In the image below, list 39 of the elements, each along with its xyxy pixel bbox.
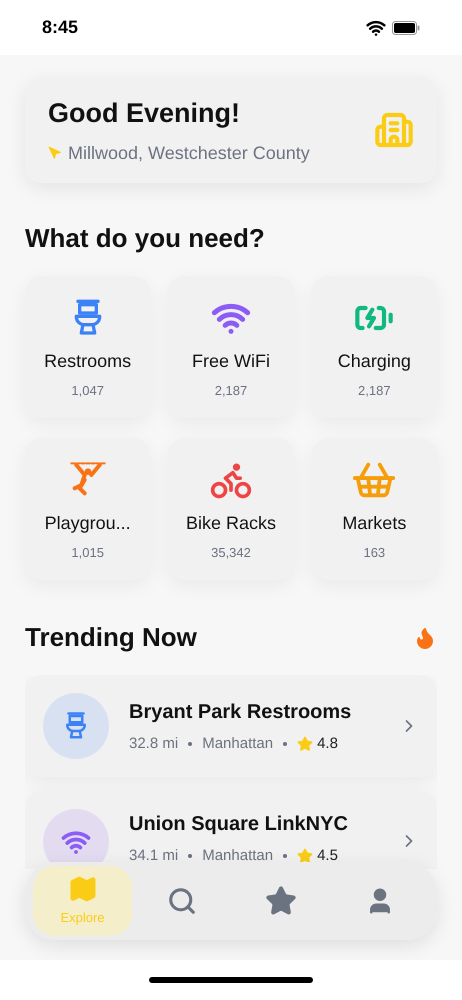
category-card[interactable]: Charging 2,187 [312, 276, 437, 418]
trending-item[interactable]: Bryant Park Restrooms 32.8 mi Manhattan 4.8 [25, 675, 437, 777]
place-area: Manhattan [202, 732, 274, 756]
category-name: Restrooms [44, 350, 132, 373]
search-icon [166, 886, 196, 916]
rating-star-icon [297, 848, 314, 864]
category-count: 35,342 [211, 544, 251, 562]
place-name: Union Square LinkNYC [129, 812, 349, 837]
location-text: Millwood, Westchester County [68, 142, 310, 165]
place-distance: 34.1 mi [129, 846, 178, 866]
category-card[interactable]: Restrooms 1,047 [25, 276, 150, 418]
category-count: 163 [363, 544, 386, 562]
category-card[interactable]: Markets 163 [312, 438, 437, 580]
category-count: 2,187 [214, 382, 248, 400]
category-count: 1,015 [71, 544, 104, 562]
place-rating: 4.5 [317, 846, 338, 866]
battery-icon [392, 20, 420, 34]
category-count: 1,047 [71, 382, 104, 400]
category-card[interactable]: Playgrou... 1,015 [25, 438, 150, 580]
place-rating: 4.8 [317, 734, 338, 754]
category-name: Charging [338, 350, 411, 373]
rating-star-icon [297, 736, 314, 752]
section-title: What do you need? [25, 222, 266, 255]
category-count: 2,187 [358, 382, 391, 400]
category-name: Markets [342, 512, 406, 535]
place-name: Bryant Park Restrooms [129, 700, 352, 725]
category-card[interactable]: Bike Racks 35,342 [168, 438, 294, 580]
trending-item[interactable]: Union Square LinkNYC 34.1 mi Manhattan 4.5 [25, 791, 437, 869]
category-name: Free WiFi [192, 350, 270, 373]
star-icon [264, 885, 296, 917]
section-title: Trending Now [25, 621, 197, 654]
location-arrow-icon [48, 146, 62, 160]
place-distance: 32.8 mi [129, 734, 178, 754]
place-area: Manhattan [202, 845, 274, 868]
category-name: Bike Racks [186, 512, 276, 535]
greeting-title: Good Evening! [48, 97, 241, 130]
category-name: Playgrou... [44, 512, 131, 535]
status-time: 8:45 [42, 16, 78, 39]
category-card[interactable]: Free WiFi 2,187 [168, 276, 294, 418]
